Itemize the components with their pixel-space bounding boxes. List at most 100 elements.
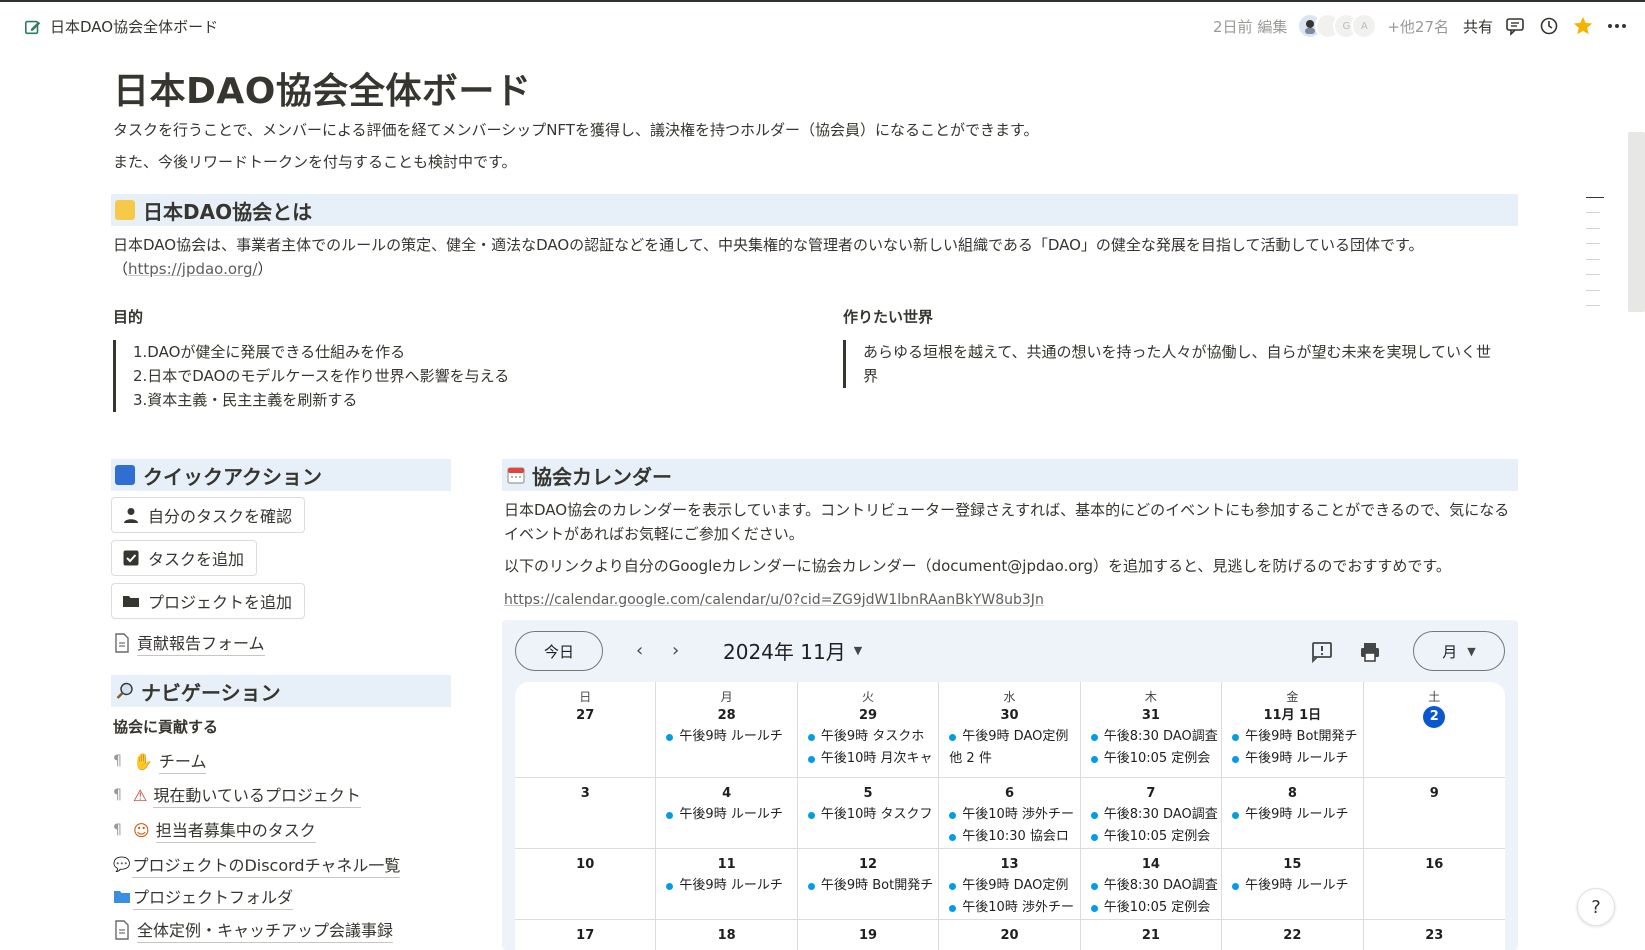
calendar-day-cell[interactable]: 20 — [939, 920, 1081, 950]
calendar-event[interactable]: 午後8:30 DAO調査 — [1081, 875, 1221, 897]
day-number[interactable]: 16 — [1364, 855, 1505, 875]
star-icon[interactable] — [1571, 14, 1595, 38]
calendar-day-cell[interactable]: 火 29 午後9時 タスクホ 午後10時 月次キャ — [797, 682, 940, 778]
nav-item-folder[interactable]: プロジェクトフォルダ — [113, 884, 294, 910]
day-number[interactable]: 21 — [1081, 926, 1221, 946]
day-number[interactable]: 22 — [1222, 926, 1362, 946]
calendar-subscribe-link[interactable]: https://calendar.google.com/calendar/u/0… — [504, 588, 1044, 612]
toc-marker[interactable] — [1586, 197, 1604, 198]
toc-marker[interactable] — [1586, 305, 1600, 306]
calendar-event[interactable]: 午後10:05 定例会 — [1081, 826, 1221, 848]
day-number[interactable]: 5 — [798, 784, 938, 804]
day-number[interactable]: 2 — [1364, 706, 1505, 728]
calendar-event[interactable]: 午後9時 DAO定例 — [939, 726, 1079, 748]
calendar-event[interactable]: 午後9時 DAO定例 — [939, 875, 1079, 897]
calendar-day-cell[interactable]: 13 午後9時 DAO定例 午後10時 渉外チー — [939, 849, 1081, 920]
calendar-day-cell[interactable]: 23 — [1364, 920, 1505, 950]
calendar-event[interactable]: 午後10時 渉外チー — [939, 897, 1079, 919]
month-selector[interactable]: 2024年 11月 ▼ — [723, 636, 862, 665]
toc-marker[interactable] — [1586, 212, 1600, 213]
view-mode-dropdown[interactable]: 月 ▼ — [1413, 631, 1505, 671]
last-edited[interactable]: 2日前 編集 — [1213, 16, 1287, 37]
calendar-event[interactable]: 午後9時 ルールチ — [656, 804, 796, 826]
calendar-event[interactable]: 午後9時 Bot開発チ — [1222, 726, 1362, 748]
calendar-event[interactable]: 午後8:30 DAO調査 — [1081, 726, 1221, 748]
calendar-day-cell[interactable]: 10 — [515, 849, 657, 920]
calendar-day-cell[interactable]: 11 午後9時 ルールチ — [656, 849, 798, 920]
previous-month-icon[interactable]: ‹ — [636, 640, 643, 661]
calendar-event[interactable]: 午後10:05 定例会 — [1081, 897, 1221, 919]
calendar-event[interactable]: 午後10時 月次キャ — [798, 748, 938, 770]
add-task-button[interactable]: タスクを追加 — [111, 540, 258, 576]
calendar-day-cell[interactable]: 3 — [515, 778, 657, 849]
today-button[interactable]: 今日 — [515, 631, 603, 671]
calendar-day-cell[interactable]: 8 午後9時 ルールチ — [1222, 778, 1364, 849]
day-number[interactable]: 20 — [939, 926, 1079, 946]
nav-item-projects[interactable]: ¶ ⚠ 現在動いているプロジェクト — [113, 782, 361, 808]
day-number[interactable]: 23 — [1364, 926, 1505, 946]
day-number[interactable]: 10 — [515, 855, 655, 875]
day-number[interactable]: 6 — [939, 784, 1079, 804]
comment-icon[interactable] — [1503, 14, 1527, 38]
calendar-day-cell[interactable]: 4 午後9時 ルールチ — [656, 778, 798, 849]
breadcrumb[interactable]: 日本DAO協会全体ボード — [24, 16, 218, 37]
calendar-day-cell[interactable]: 12 午後9時 Bot開発チ — [797, 849, 940, 920]
calendar-day-cell[interactable]: 15 午後9時 ルールチ — [1222, 849, 1364, 920]
calendar-day-cell[interactable]: 22 — [1222, 920, 1364, 950]
avatar[interactable]: A — [1351, 13, 1378, 39]
day-number[interactable]: 7 — [1081, 784, 1221, 804]
calendar-day-cell[interactable]: 14 午後8:30 DAO調査 午後10:05 定例会 — [1080, 849, 1223, 920]
nav-item-team[interactable]: ¶ ✋ チーム — [113, 748, 207, 774]
day-number[interactable]: 12 — [798, 855, 938, 875]
day-number[interactable]: 27 — [515, 706, 655, 726]
day-number[interactable]: 15 — [1222, 855, 1362, 875]
day-number[interactable]: 3 — [515, 784, 655, 804]
toc-marker[interactable] — [1586, 259, 1600, 260]
next-month-icon[interactable]: › — [672, 640, 679, 661]
more-icon[interactable] — [1605, 14, 1629, 38]
calendar-day-cell[interactable]: 6 午後10時 渉外チー 午後10:30 協会ロ — [939, 778, 1081, 849]
calendar-day-cell[interactable]: 16 — [1363, 849, 1505, 920]
other-members-count[interactable]: +他27名 — [1387, 16, 1449, 37]
calendar-day-cell[interactable]: 21 — [1081, 920, 1223, 950]
calendar-day-cell[interactable]: 日 27 — [515, 682, 657, 778]
calendar-event[interactable]: 午後10:30 協会ロ — [939, 826, 1079, 848]
day-number[interactable]: 13 — [939, 855, 1079, 875]
calendar-event[interactable]: 午後9時 ルールチ — [656, 875, 796, 897]
nav-item-tasks[interactable]: ¶ ☺ 担当者募集中のタスク — [113, 817, 316, 843]
day-number[interactable]: 18 — [656, 926, 796, 946]
calendar-day-cell[interactable]: 月 28 午後9時 ルールチ — [656, 682, 798, 778]
print-icon[interactable] — [1358, 640, 1382, 664]
calendar-event[interactable]: 午後9時 タスクホ — [798, 726, 938, 748]
day-number[interactable]: 8 — [1222, 784, 1362, 804]
calendar-day-cell[interactable]: 9 — [1363, 778, 1505, 849]
calendar-event[interactable]: 午後10時 タスクフ — [798, 804, 938, 826]
calendar-event[interactable]: 午後8:30 DAO調査 — [1081, 804, 1221, 826]
day-number[interactable]: 14 — [1081, 855, 1221, 875]
day-number[interactable]: 28 — [656, 706, 796, 726]
share-button[interactable]: 共有 — [1463, 16, 1493, 37]
toc-marker[interactable] — [1586, 290, 1600, 291]
day-number[interactable]: 11月 1日 — [1222, 706, 1362, 726]
scrollbar-thumb[interactable] — [1628, 132, 1645, 312]
day-number[interactable]: 17 — [515, 926, 655, 946]
contribution-form-link[interactable]: 貢献報告フォーム — [113, 630, 265, 656]
toc-marker[interactable] — [1586, 274, 1600, 275]
nav-item-minutes[interactable]: 全体定例・キャッチアップ会議事録 — [113, 917, 394, 943]
calendar-day-cell[interactable]: 7 午後8:30 DAO調査 午後10:05 定例会 — [1080, 778, 1223, 849]
calendar-day-cell[interactable]: 木 31 午後8:30 DAO調査 午後10:05 定例会 — [1080, 682, 1223, 778]
calendar-event[interactable]: 午後10時 渉外チー — [939, 804, 1079, 826]
toc-marker[interactable] — [1586, 228, 1600, 229]
nav-item-discord[interactable]: 💬 プロジェクトのDiscordチャネル一覧 — [113, 852, 401, 878]
day-number[interactable]: 31 — [1081, 706, 1221, 726]
my-tasks-button[interactable]: 自分のタスクを確認 — [111, 497, 306, 533]
calendar-event[interactable]: 午後10:05 定例会 — [1081, 748, 1221, 770]
calendar-event[interactable]: 午後9時 ルールチ — [1222, 804, 1362, 826]
day-number[interactable]: 19 — [798, 926, 938, 946]
calendar-day-cell[interactable]: 土2 — [1363, 682, 1505, 778]
calendar-event[interactable]: 午後9時 ルールチ — [656, 726, 796, 748]
more-events-link[interactable]: 他 2 件 — [939, 748, 1079, 770]
calendar-day-cell[interactable]: 金 11月 1日 午後9時 Bot開発チ 午後9時 ルールチ — [1222, 682, 1364, 778]
calendar-day-cell[interactable]: 17 — [515, 920, 657, 950]
day-number[interactable]: 11 — [656, 855, 796, 875]
